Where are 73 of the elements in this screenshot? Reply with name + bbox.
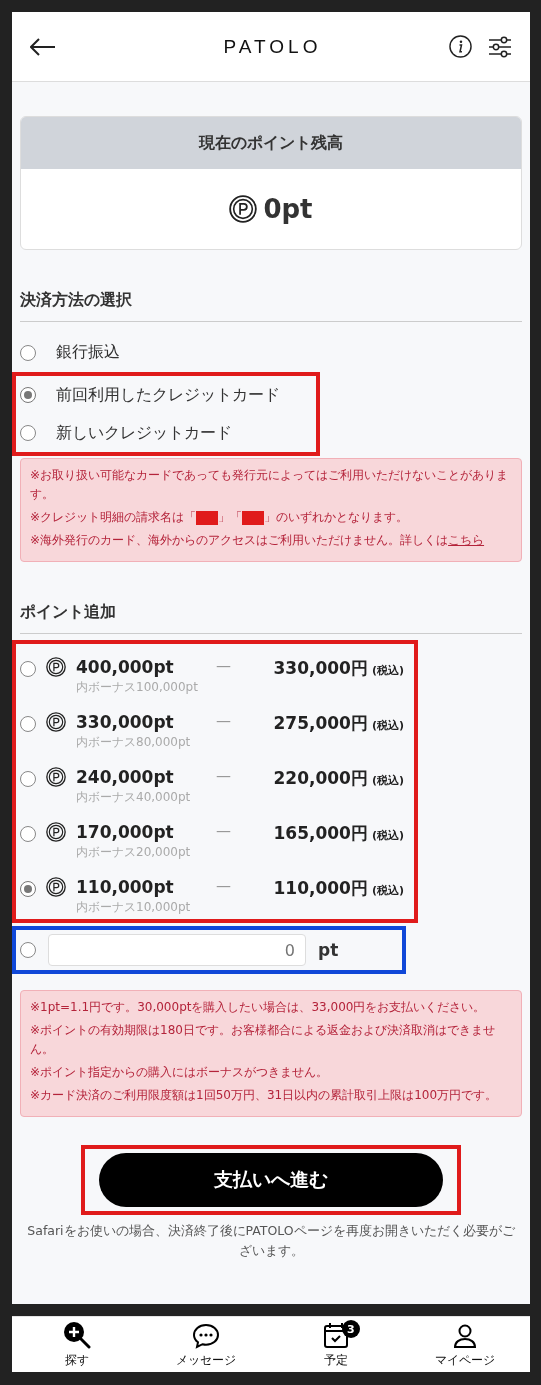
notice-text: ※1pt=1.1円です。30,000ptを購入したい場合は、33,000円をお支払いください。: [30, 999, 487, 1016]
info-icon[interactable]: [449, 35, 472, 58]
price: 110,000円: [273, 878, 368, 898]
point-coin-icon: [46, 877, 66, 897]
calendar-check-icon: [322, 1321, 349, 1349]
radio-button[interactable]: [20, 661, 36, 677]
bonus-text: 内ボーナス40,000pt: [76, 789, 192, 806]
point-balance: 0pt: [263, 194, 313, 224]
point-coin-icon: [46, 712, 66, 732]
dash: —: [216, 712, 232, 730]
tax-label: (税込): [371, 664, 404, 677]
tab-bar-item[interactable]: マイページ: [400, 1317, 530, 1372]
radio-button[interactable]: [20, 826, 36, 842]
radio-button[interactable]: [20, 881, 36, 897]
search-icon: [62, 1321, 91, 1349]
point-coin-icon: [46, 767, 66, 787]
settings-sliders-icon[interactable]: [488, 35, 512, 58]
count-badge: 3: [341, 1320, 360, 1338]
tax-label: (税込): [371, 884, 404, 897]
caption-text: Safariをお使いの場合、決済終了後にPATOLOページを再度お開きいただく必要がございます。: [26, 1222, 516, 1260]
point-coin-icon: [46, 822, 66, 842]
point-coin-icon: [229, 195, 258, 223]
tab-bar-item[interactable]: 探す: [12, 1317, 142, 1372]
option-label[interactable]: 銀行振込: [56, 342, 120, 363]
section-title: ポイント追加: [20, 602, 522, 634]
bonus-text: 内ボーナス100,000pt: [76, 679, 199, 696]
notice-text: ※ポイントの有効期限は180日です。お客様都合による返金および決済取消はできません。: [30, 1022, 496, 1058]
radio-button[interactable]: [20, 387, 36, 403]
tax-label: (税込): [371, 719, 404, 732]
option-label[interactable]: 前回利用したクレジットカード: [56, 384, 280, 406]
radio-button[interactable]: [20, 716, 36, 732]
price: 330,000円: [273, 658, 368, 678]
card-title: 現在のポイント残高: [199, 132, 343, 154]
point-coin-icon: [46, 657, 66, 677]
radio-button[interactable]: [20, 344, 36, 361]
notice-text: ※カード決済のご利用限度額は1回50万円、31日以内の累計取引上限は100万円です。: [30, 1087, 499, 1104]
price: 220,000円: [273, 768, 368, 788]
dash: —: [216, 767, 232, 785]
dash: —: [216, 822, 232, 840]
radio-button[interactable]: [20, 942, 36, 958]
bonus-text: 内ボーナス10,000pt: [76, 899, 192, 916]
tax-label: (税込): [371, 774, 404, 787]
price: 275,000円: [273, 713, 368, 733]
tab-bar-item[interactable]: メッセージ: [141, 1317, 271, 1372]
dash: —: [216, 657, 232, 675]
points-amount: 110,000pt: [76, 877, 174, 897]
radio-button[interactable]: [20, 771, 36, 787]
redaction-mark: [196, 510, 219, 525]
tax-label: (税込): [371, 829, 404, 842]
dash: —: [216, 877, 232, 895]
points-amount: 400,000pt: [76, 657, 174, 677]
notice-text: ※ポイント指定からの購入にはボーナスがつきません。: [30, 1064, 330, 1081]
notice-text: ※クレジット明細の請求名は「 」「 」のいずれかとなります。: [30, 509, 410, 527]
chat-bubble-icon: [192, 1323, 221, 1349]
notice-text: ※お取り扱い可能なカードであっても発行元によってはご利用いただけないことがあります。: [30, 467, 510, 503]
notice-text: ※海外発行のカード、海外からのアクセスはご利用いただけません。詳しくはこちら: [30, 532, 486, 549]
proceed-button[interactable]: 支払いへ進む: [99, 1153, 443, 1207]
section-title: 決済方法の選択: [20, 290, 522, 322]
points-amount: 170,000pt: [76, 822, 174, 842]
radio-button[interactable]: [20, 425, 36, 441]
person-icon: [453, 1323, 478, 1349]
tab-bar-item[interactable]: 予定 3: [271, 1317, 401, 1372]
points-input[interactable]: 0: [48, 934, 306, 966]
points-amount: 330,000pt: [76, 712, 174, 732]
redaction-mark: [242, 510, 265, 525]
back-arrow-icon[interactable]: [30, 37, 56, 56]
option-label[interactable]: 新しいクレジットカード: [56, 422, 232, 444]
unit-label: pt: [318, 940, 339, 960]
bonus-text: 内ボーナス80,000pt: [76, 734, 192, 751]
details-link[interactable]: こちら: [448, 533, 485, 547]
bonus-text: 内ボーナス20,000pt: [76, 844, 192, 861]
price: 165,000円: [273, 823, 368, 843]
points-amount: 240,000pt: [76, 767, 174, 787]
